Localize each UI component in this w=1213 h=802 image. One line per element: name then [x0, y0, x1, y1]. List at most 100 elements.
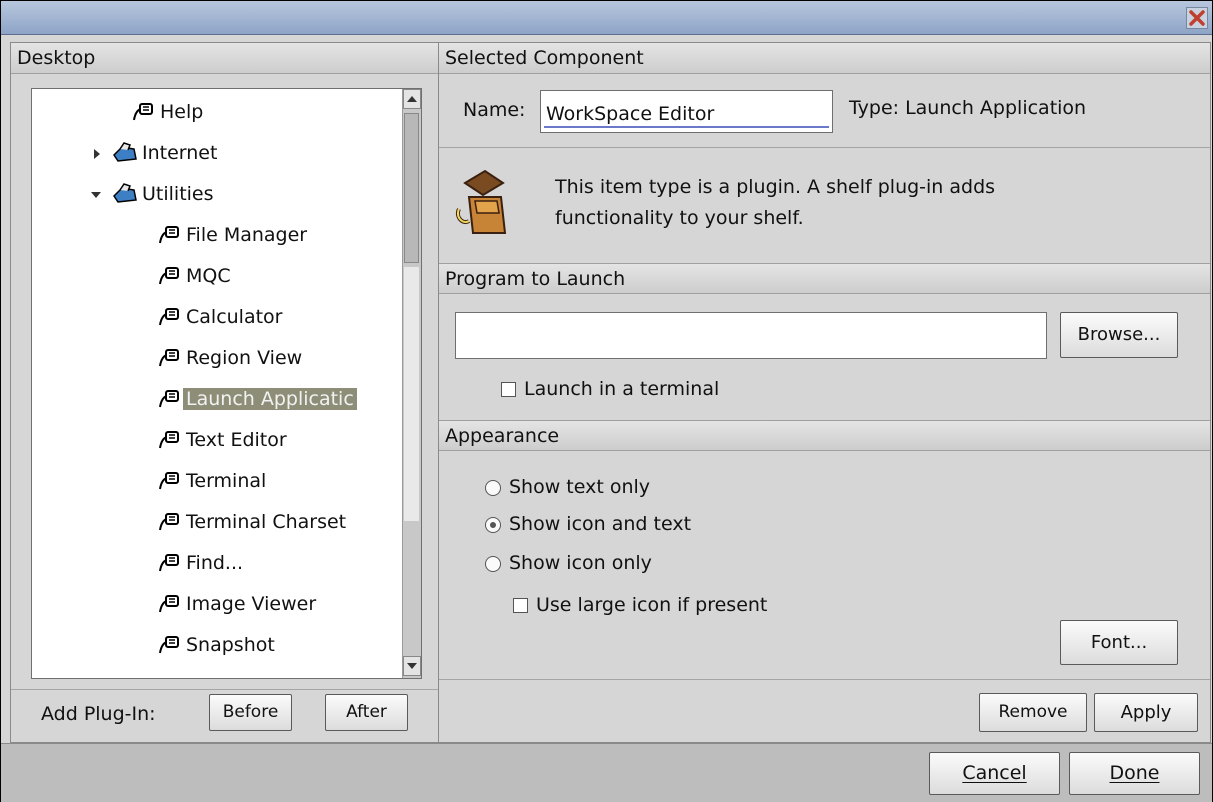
cancel-button[interactable]: Cancel — [929, 752, 1060, 795]
name-label: Name: — [463, 99, 526, 121]
cancel-button-label: Cancel — [962, 762, 1027, 784]
title-bar[interactable] — [1, 1, 1212, 35]
tree-item-label: Terminal Charset — [186, 511, 347, 533]
plugin-icon — [159, 267, 179, 285]
scroll-thumb[interactable] — [404, 113, 419, 263]
tree-item-label: Utilities — [142, 183, 214, 205]
before-button[interactable]: Before — [209, 694, 292, 731]
tree-item[interactable]: Terminal Charset — [158, 502, 349, 542]
remove-button[interactable]: Remove — [979, 693, 1087, 732]
desktop-panel: Desktop Help Internet Utilities File Manage… — [10, 42, 439, 743]
tree-item[interactable]: File Manager — [158, 215, 310, 255]
tree-item-label: Region View — [186, 347, 303, 369]
folder-icon — [113, 183, 137, 203]
tree-item[interactable]: Utilities — [91, 174, 217, 214]
radio-button[interactable] — [485, 479, 501, 496]
scroll-down-button[interactable] — [403, 656, 421, 676]
tree-item[interactable]: Region View — [158, 338, 305, 378]
dialog-button-bar: Cancel Done — [1, 743, 1212, 802]
radio-show-icon-and-text[interactable]: Show icon and text — [485, 513, 691, 535]
tree-item[interactable]: Calculator — [158, 297, 285, 337]
plugin-icon — [159, 554, 179, 572]
name-input-value: WorkSpace Editor — [546, 103, 715, 125]
component-panel: Selected Component Name: WorkSpace Edito… — [439, 42, 1211, 743]
divider-1 — [439, 147, 1210, 148]
tree-item-label: MQC — [186, 265, 231, 287]
program-path-input[interactable] — [455, 312, 1047, 359]
plugin-icon — [159, 226, 179, 244]
font-button[interactable]: Font... — [1060, 620, 1178, 665]
tree-item-label: Image Viewer — [186, 593, 317, 615]
expand-arrow-icon[interactable] — [92, 148, 102, 160]
tree-item-label: Launch Applicatic — [183, 388, 357, 410]
add-plugin-label: Add Plug-In: — [41, 703, 156, 725]
apply-button[interactable]: Apply — [1094, 693, 1198, 732]
radio-show-icon-only[interactable]: Show icon only — [485, 552, 652, 574]
plugin-icon — [159, 595, 179, 613]
radio-show-text-only[interactable]: Show text only — [485, 476, 650, 498]
collapse-arrow-icon[interactable] — [90, 190, 102, 200]
close-button[interactable] — [1186, 7, 1208, 29]
plugin-icon — [133, 103, 153, 121]
arrow-up-icon — [407, 96, 417, 102]
radio-label: Show text only — [509, 476, 651, 498]
terminal-checkbox-box[interactable] — [501, 382, 516, 397]
selected-component-header: Selected Component — [439, 43, 1210, 74]
done-button-label: Done — [1109, 762, 1160, 784]
tree-item[interactable]: Terminal — [158, 461, 269, 501]
after-button[interactable]: After — [325, 694, 408, 731]
dialog-window: Desktop Help Internet Utilities File Manage… — [0, 0, 1213, 802]
tree-item[interactable]: Text Editor — [158, 420, 290, 460]
program-header: Program to Launch — [439, 263, 1210, 294]
tree-item[interactable]: Launch Applicatic — [158, 379, 357, 419]
appearance-header: Appearance — [439, 420, 1210, 451]
radio-button[interactable] — [485, 516, 501, 533]
radio-label: Show icon only — [509, 552, 652, 574]
plugin-icon — [159, 431, 179, 449]
tree-item[interactable]: Image Viewer — [158, 584, 319, 624]
done-button[interactable]: Done — [1069, 752, 1200, 795]
desktop-tree[interactable]: Help Internet Utilities File Manager MQC Calc… — [31, 88, 422, 679]
tree-item-label: Calculator — [186, 306, 283, 328]
type-label: Type: Launch Application — [849, 97, 1087, 119]
divider-2 — [439, 679, 1210, 680]
tree-item[interactable]: Help — [132, 92, 206, 132]
launch-in-terminal-checkbox[interactable]: Launch in a terminal — [501, 378, 719, 400]
large-icon-label: Use large icon if present — [536, 594, 768, 616]
terminal-checkbox-label: Launch in a terminal — [524, 378, 720, 400]
tree-item-label: Snapshot — [186, 634, 275, 656]
arrow-down-icon — [407, 663, 417, 669]
tree-item-label: Terminal — [186, 470, 267, 492]
tree-item[interactable]: Find... — [158, 543, 246, 583]
tree-item[interactable]: Snapshot — [158, 625, 278, 665]
radio-button[interactable] — [485, 555, 501, 572]
folder-icon — [113, 142, 137, 162]
plugin-icon — [159, 308, 179, 326]
plugin-icon — [159, 513, 179, 531]
tree-item-label: Text Editor — [186, 429, 287, 451]
tree-item-label: Internet — [142, 142, 218, 164]
large-icon-checkbox-box[interactable] — [513, 598, 528, 613]
browse-button[interactable]: Browse... — [1060, 312, 1178, 358]
left-divider — [11, 689, 438, 690]
radio-label: Show icon and text — [509, 513, 692, 535]
tree-item[interactable]: MQC — [158, 256, 234, 296]
plugin-box-icon — [456, 169, 507, 234]
plugin-icon — [159, 636, 179, 654]
tree-item-label: Help — [160, 101, 204, 123]
plugin-icon — [159, 349, 179, 367]
focus-underline — [544, 126, 829, 128]
tree-item-label: File Manager — [186, 224, 308, 246]
tree-scrollbar[interactable] — [402, 89, 421, 678]
desktop-header: Desktop — [11, 43, 438, 74]
description-line-2: functionality to your shelf. — [555, 207, 804, 229]
plugin-icon — [159, 472, 179, 490]
plugin-icon — [159, 390, 179, 408]
scroll-up-button[interactable] — [403, 89, 421, 109]
name-input[interactable]: WorkSpace Editor — [540, 90, 833, 133]
tree-item[interactable]: Internet — [94, 133, 220, 173]
scroll-track[interactable] — [404, 267, 419, 521]
large-icon-checkbox[interactable]: Use large icon if present — [513, 594, 767, 616]
close-icon — [1189, 10, 1205, 26]
tree-item-label: Find... — [186, 552, 244, 574]
